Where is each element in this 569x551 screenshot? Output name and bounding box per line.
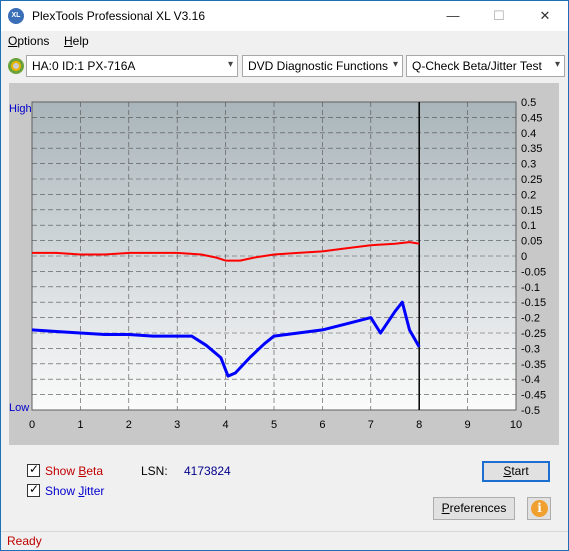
show-beta-label-end: eta — [86, 464, 104, 478]
app-logo-icon: XL — [8, 8, 24, 24]
x-tick-label: 8 — [416, 419, 422, 431]
y-tick-label: -0.25 — [521, 328, 546, 340]
y-tick-label: 0.2 — [521, 189, 536, 201]
show-jitter-label-start: Show — [45, 484, 79, 498]
menu-help-mnemonic: H — [64, 34, 73, 48]
start-button-label: tart — [511, 464, 529, 478]
y-tick-label: 0.05 — [521, 236, 542, 248]
y-tick-label: 0.15 — [521, 205, 542, 217]
y-tick-label: -0.15 — [521, 297, 546, 309]
lsn-label: LSN: — [141, 464, 168, 478]
menu-bar: Options Help — [1, 31, 568, 52]
menu-options-label: ptions — [17, 34, 50, 48]
test-select[interactable]: Q-Check Beta/Jitter Test ▾ — [406, 55, 565, 77]
y-tick-label: 0.3 — [521, 159, 536, 171]
x-tick-label: 10 — [510, 419, 522, 431]
menu-help-label: elp — [72, 34, 89, 48]
y-tick-label: -0.1 — [521, 282, 540, 294]
y-tick-label: 0 — [521, 251, 527, 263]
menu-options[interactable]: Options — [8, 34, 49, 48]
check-icon: ✓ — [29, 482, 40, 496]
controls-panel: ✓ Show Beta ✓ Show Jitter LSN: 4173824 S… — [9, 449, 559, 527]
show-beta-checkbox[interactable]: ✓ — [27, 462, 40, 477]
preferences-button-label: references — [449, 501, 507, 515]
y-tick-label: 0.4 — [521, 128, 536, 140]
chart-panel: 0.5 0.45 0.4 0.35 0.3 0.25 0.2 0.15 0.1 0.05 0 -0.0… — [9, 83, 559, 445]
left-axis-low-label: Low — [9, 402, 29, 414]
y-tick-label: 0.1 — [521, 220, 536, 232]
show-beta-label-start: Show — [45, 464, 79, 478]
left-axis-high-label: High — [9, 103, 32, 115]
x-tick-label: 1 — [77, 419, 83, 431]
chevron-down-icon: ▾ — [227, 59, 233, 70]
y-tick-label: -0.3 — [521, 343, 540, 355]
show-jitter-checkbox[interactable]: ✓ — [27, 482, 40, 497]
y-tick-label: -0.45 — [521, 390, 546, 402]
show-jitter-label-end: itter — [84, 484, 105, 498]
function-select[interactable]: DVD Diagnostic Functions ▾ — [242, 55, 403, 77]
show-jitter-label[interactable]: Show Jitter — [45, 484, 104, 498]
x-tick-label: 7 — [368, 419, 374, 431]
drive-select-value: HA:0 ID:1 PX-716A — [32, 59, 136, 73]
beta-jitter-chart: 0.5 0.45 0.4 0.35 0.3 0.25 0.2 0.15 0.1 0.05 0 -0.0… — [9, 97, 546, 431]
x-tick-label: 4 — [223, 419, 229, 431]
minimize-button[interactable]: — — [430, 1, 476, 31]
y-tick-label: 0.5 — [521, 97, 536, 109]
y-tick-label: 0.45 — [521, 112, 542, 124]
x-tick-label: 2 — [126, 419, 132, 431]
y-tick-label: -0.4 — [521, 374, 540, 386]
title-bar: XL PlexTools Professional XL V3.16 — ☐ ✕ — [1, 1, 568, 31]
x-tick-label: 5 — [271, 419, 277, 431]
y-tick-label: -0.35 — [521, 359, 546, 371]
window-title: PlexTools Professional XL V3.16 — [32, 9, 205, 23]
y-tick-label: -0.5 — [521, 405, 540, 417]
chevron-down-icon: ▾ — [554, 59, 560, 70]
show-beta-label[interactable]: Show Beta — [45, 464, 103, 478]
disc-drive-icon — [8, 58, 24, 74]
y-tick-label: -0.05 — [521, 266, 546, 278]
menu-help[interactable]: Help — [64, 34, 89, 48]
app-window: XL PlexTools Professional XL V3.16 — ☐ ✕… — [0, 0, 569, 551]
y-tick-label: -0.2 — [521, 313, 540, 325]
chevron-down-icon: ▾ — [392, 59, 398, 70]
start-button[interactable]: Start — [482, 461, 550, 482]
test-select-value: Q-Check Beta/Jitter Test — [412, 59, 542, 73]
x-tick-label: 0 — [29, 419, 35, 431]
status-bar: Ready — [1, 531, 568, 550]
toolbar: HA:0 ID:1 PX-716A ▾ DVD Diagnostic Funct… — [1, 52, 568, 81]
status-text: Ready — [7, 534, 42, 548]
y-tick-label: 0.35 — [521, 143, 542, 155]
info-button[interactable]: i — [527, 497, 551, 520]
lsn-value: 4173824 — [184, 464, 231, 478]
info-icon: i — [531, 500, 548, 517]
close-button[interactable]: ✕ — [522, 1, 568, 31]
x-tick-label: 9 — [465, 419, 471, 431]
check-icon: ✓ — [29, 462, 40, 476]
function-select-value: DVD Diagnostic Functions — [248, 59, 389, 73]
drive-select[interactable]: HA:0 ID:1 PX-716A ▾ — [26, 55, 238, 77]
x-tick-label: 6 — [319, 419, 325, 431]
preferences-button[interactable]: Preferences — [433, 497, 515, 520]
menu-options-mnemonic: O — [8, 34, 18, 48]
preferences-button-mnemonic: P — [441, 501, 450, 515]
x-tick-label: 3 — [174, 419, 180, 431]
maximize-button[interactable]: ☐ — [476, 1, 522, 31]
y-tick-label: 0.25 — [521, 174, 542, 186]
